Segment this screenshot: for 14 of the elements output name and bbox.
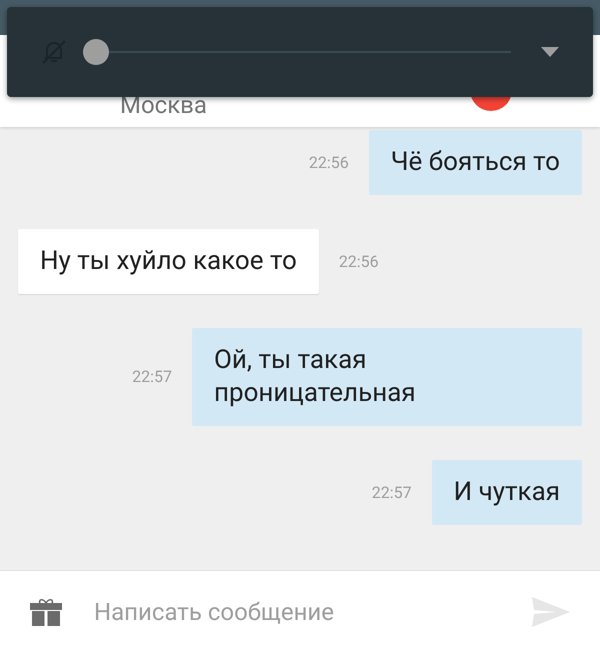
message-time: 22:56 — [338, 250, 379, 272]
gift-icon[interactable] — [30, 598, 62, 626]
contact-location: Москва — [120, 93, 207, 117]
outgoing-message: Ой, ты такая проницательная — [192, 328, 582, 426]
volume-slider[interactable] — [83, 39, 511, 65]
slider-thumb[interactable] — [83, 39, 109, 65]
message-time: 22:56 — [308, 152, 349, 174]
outgoing-message: Чё бояться то — [368, 130, 582, 195]
caret-icon[interactable] — [541, 47, 559, 57]
message-time: 22:57 — [372, 482, 412, 504]
outgoing-message: И чуткая — [432, 460, 582, 525]
message-time: 22:57 — [132, 366, 172, 388]
message-input[interactable]: Написать сообщение — [94, 594, 532, 630]
incoming-message: Ну ты хуйло какое то — [18, 229, 319, 294]
